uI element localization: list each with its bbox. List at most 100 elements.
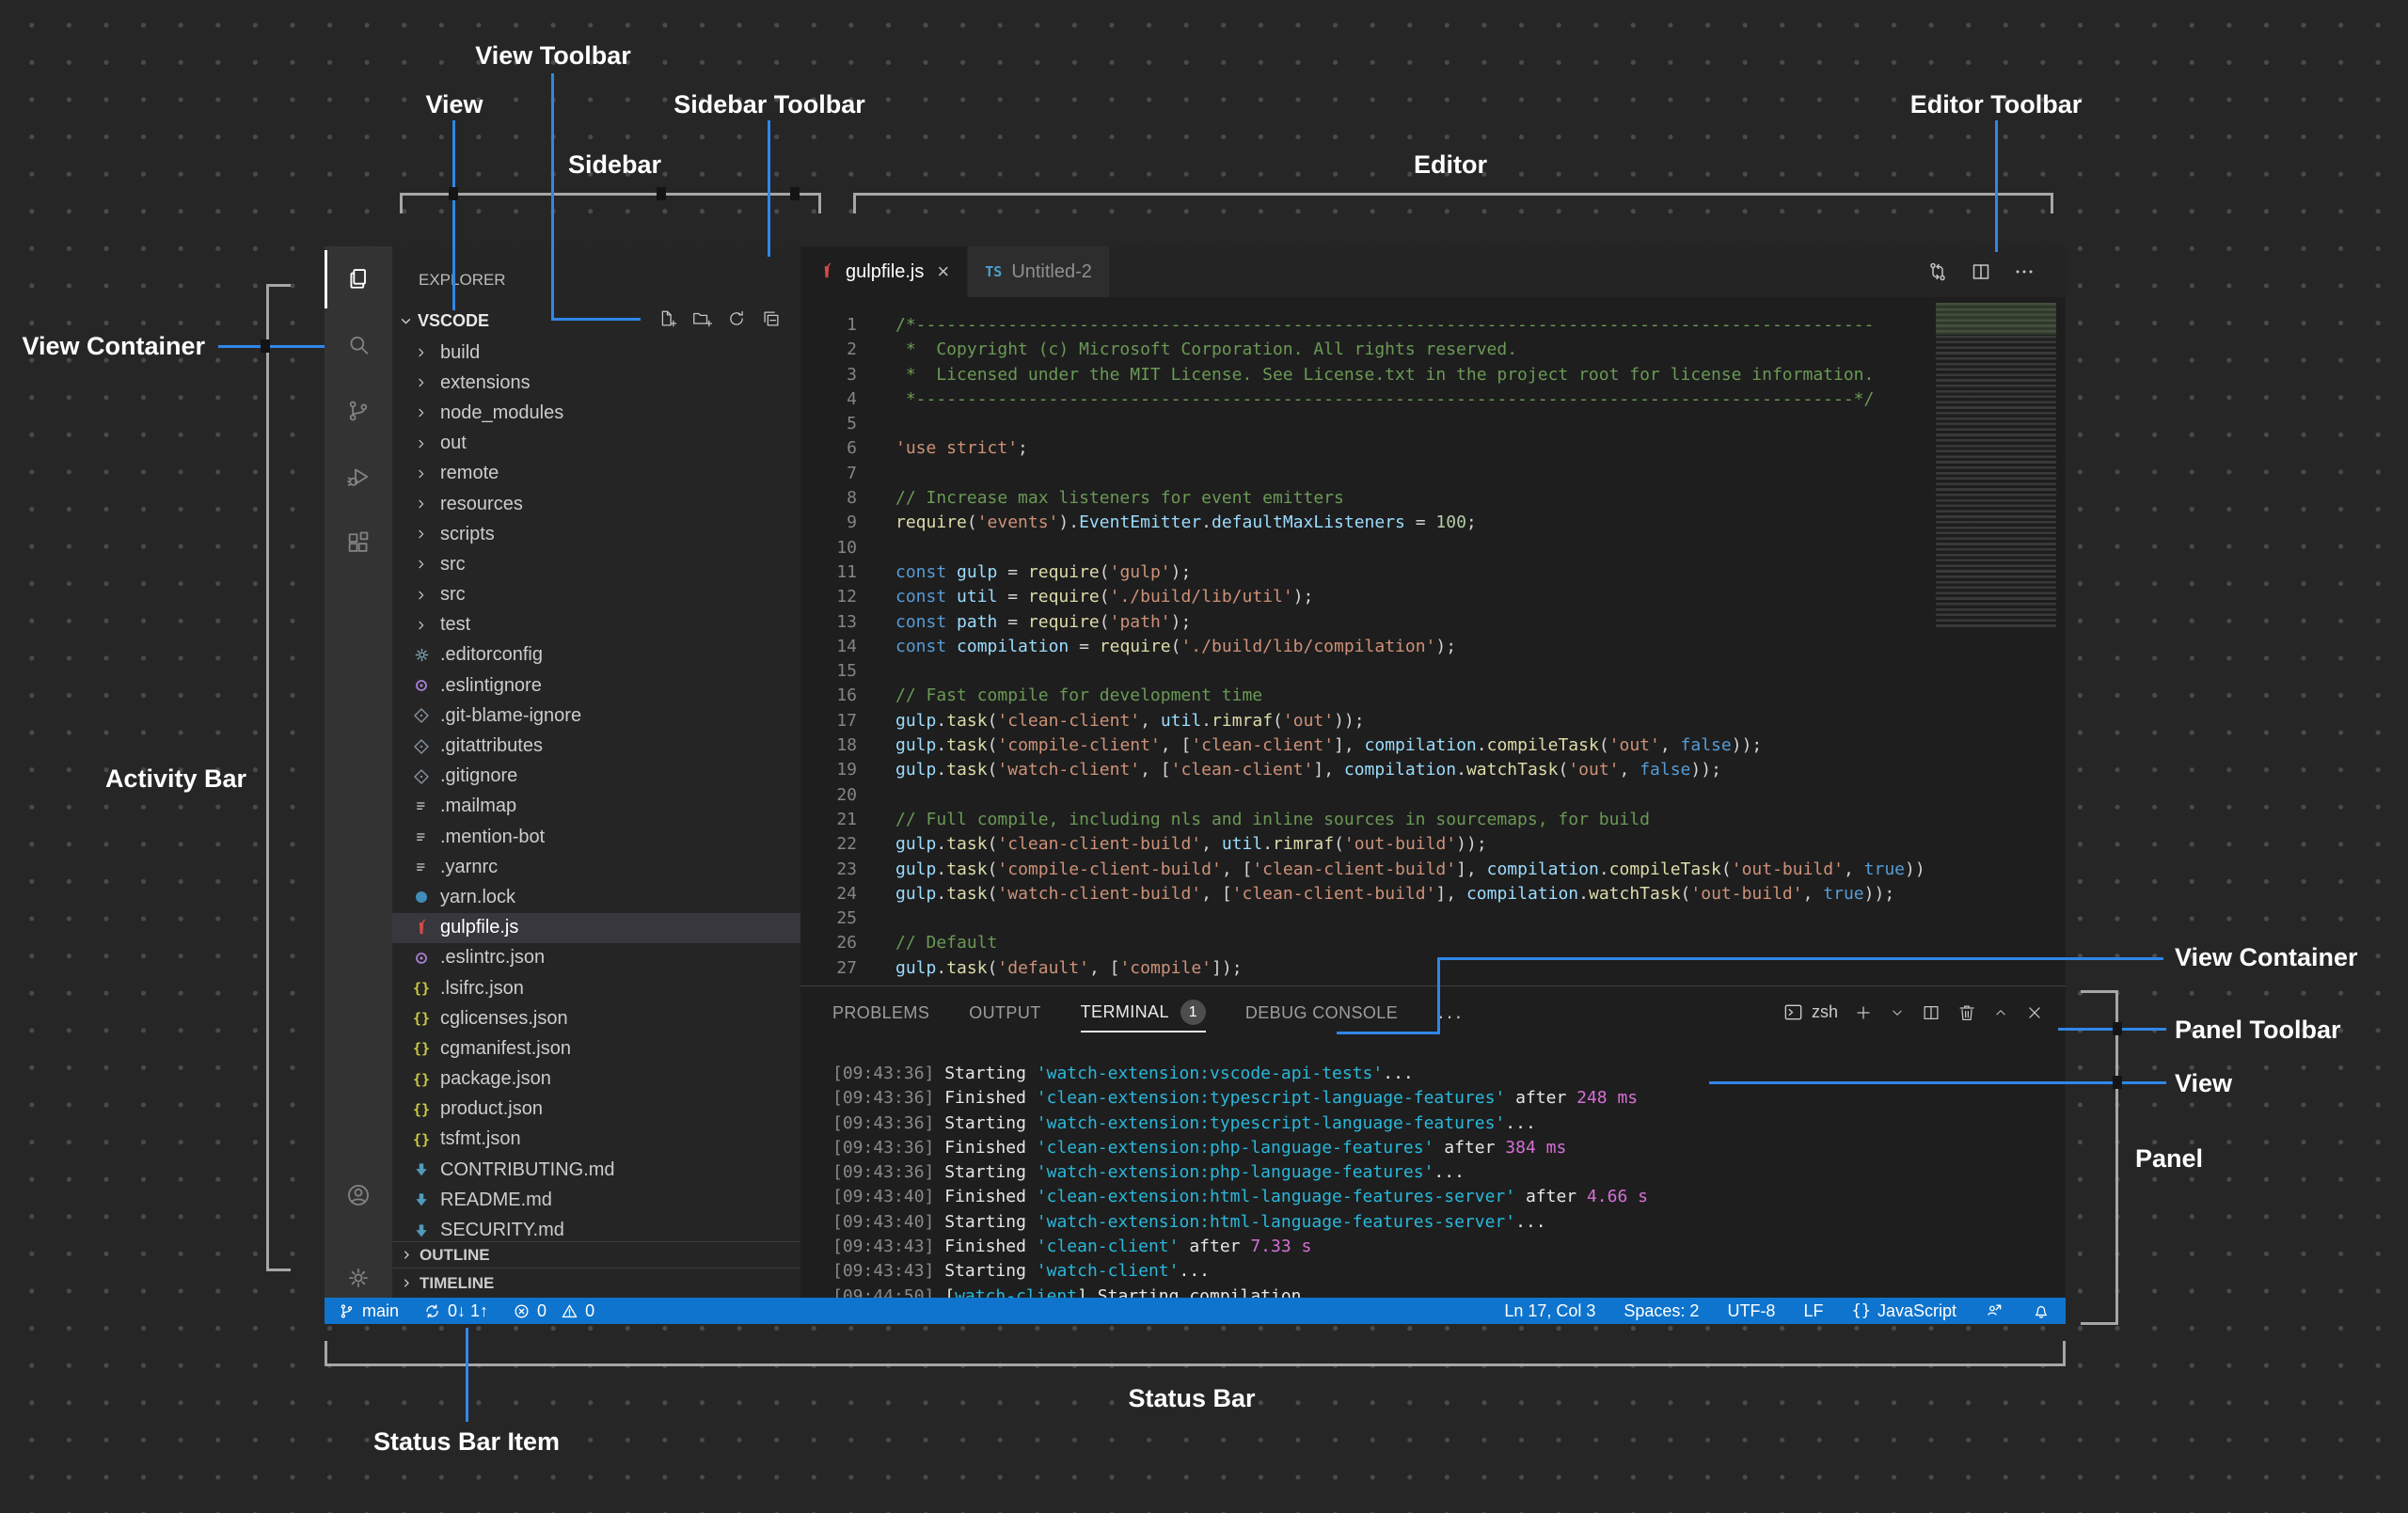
tree-item-node_modules[interactable]: node_modules	[392, 398, 800, 428]
line-number: 5	[847, 414, 857, 434]
close-panel-button[interactable]	[2024, 1002, 2045, 1023]
panel-tab-terminal[interactable]: TERMINAL 1	[1080, 1000, 1206, 1032]
code-line: 26 // Default	[800, 931, 2066, 955]
tree-item-.gitattributes[interactable]: .gitattributes	[392, 731, 800, 761]
chevron-right-icon	[409, 466, 434, 481]
line-number: 7	[847, 463, 857, 483]
collapse-all-button[interactable]	[761, 308, 782, 329]
status-bar-item-problems-status[interactable]: 00	[513, 1301, 594, 1321]
tree-item-tsfmt.json[interactable]: {} tsfmt.json	[392, 1125, 800, 1155]
terminal-line: [09:43:36] Finished 'clean-extension:typ…	[832, 1088, 1639, 1109]
tree-item-cglicenses.json[interactable]: {} cglicenses.json	[392, 1003, 800, 1033]
code-text: require('events').EventEmitter.defaultMa…	[895, 512, 1477, 533]
code-line: 13 const path = require('path');	[800, 610, 2066, 635]
tree-item-.mention-bot[interactable]: .mention-bot	[392, 822, 800, 852]
activity-bar-item-run-and-debug[interactable]	[325, 444, 392, 510]
split-editor-button[interactable]	[1970, 260, 1992, 283]
status-bar-item-language-mode[interactable]: {} JavaScript	[1851, 1301, 1956, 1321]
status-bar-item-sync-status[interactable]: 0↓ 1↑	[423, 1301, 488, 1321]
tree-item-.eslintignore[interactable]: .eslintignore	[392, 670, 800, 701]
tree-item-remote[interactable]: remote	[392, 459, 800, 489]
tree-item-resources[interactable]: resources	[392, 489, 800, 519]
tree-item-.mailmap[interactable]: .mailmap	[392, 792, 800, 822]
status-bar-item-encoding[interactable]: UTF-8	[1727, 1301, 1775, 1321]
tree-item-label: gulpfile.js	[440, 917, 519, 938]
bracket-handle	[2113, 1076, 2122, 1089]
vscode-workbench: EXPLORER ··· VSCODE build extensions node_…	[325, 246, 2066, 1324]
status-bar-item-indentation[interactable]: Spaces: 2	[1624, 1301, 1699, 1321]
new-terminal-button[interactable]	[1853, 1002, 1874, 1023]
line-number: 17	[836, 710, 857, 731]
timeline-section-header[interactable]: TIMELINE	[392, 1268, 800, 1298]
terminal-line: [09:43:36] Finished 'clean-extension:php…	[832, 1137, 1567, 1158]
tree-item-README.md[interactable]: README.md	[392, 1185, 800, 1215]
kill-terminal-button[interactable]	[1956, 1002, 1977, 1023]
activity-bar-item-extensions[interactable]	[325, 510, 392, 575]
tree-item-test[interactable]: test	[392, 610, 800, 640]
editor-tab-gulpfile.js[interactable]: gulpfile.js ×	[800, 246, 967, 297]
panel-tab-output[interactable]: OUTPUT	[969, 1003, 1040, 1029]
activity-bar-item-accounts[interactable]	[325, 1162, 392, 1228]
tree-item-out[interactable]: out	[392, 429, 800, 459]
status-bar-item-cursor-position[interactable]: Ln 17, Col 3	[1504, 1301, 1595, 1321]
tree-item-CONTRIBUTING.md[interactable]: CONTRIBUTING.md	[392, 1155, 800, 1185]
editor-tab-Untitled-2[interactable]: TS Untitled-2	[968, 246, 1109, 297]
code-text: const compilation = require('./build/lib…	[895, 636, 1457, 656]
tree-item-build[interactable]: build	[392, 338, 800, 368]
new-folder-button[interactable]	[691, 308, 712, 329]
tree-item-.editorconfig[interactable]: .editorconfig	[392, 640, 800, 670]
tree-item-src[interactable]: src	[392, 549, 800, 579]
bracket-handle	[2113, 1022, 2122, 1035]
status-bar-item-branch-status[interactable]: main	[338, 1301, 399, 1321]
tree-item-.git-blame-ignore[interactable]: .git-blame-ignore	[392, 701, 800, 731]
tree-item-package.json[interactable]: {} package.json	[392, 1064, 800, 1095]
code-text: // Increase max listeners for event emit…	[895, 488, 1344, 509]
tree-item-cgmanifest.json[interactable]: {} cgmanifest.json	[392, 1033, 800, 1064]
tree-item-scripts[interactable]: scripts	[392, 519, 800, 549]
tree-item-label: cgmanifest.json	[440, 1037, 571, 1059]
panel-tab-debug-console[interactable]: DEBUG CONSOLE	[1245, 1003, 1398, 1029]
more-actions-button[interactable]	[2013, 260, 2036, 283]
refresh-button[interactable]	[726, 308, 747, 329]
panel-tab-problems[interactable]: PROBLEMS	[832, 1003, 929, 1029]
open-changes-button[interactable]	[1926, 260, 1949, 283]
split-terminal-button[interactable]	[1921, 1002, 1941, 1023]
minimap[interactable]	[1936, 303, 2056, 627]
code-editor[interactable]: 1 /*-------------------------------------…	[800, 297, 2066, 985]
tree-item-src[interactable]: src	[392, 580, 800, 610]
ts-file-icon: TS	[985, 263, 1003, 280]
tree-item-SECURITY.md[interactable]: SECURITY.md	[392, 1215, 800, 1241]
tree-item-.lsifrc.json[interactable]: {} .lsifrc.json	[392, 973, 800, 1003]
tree-item-label: .eslintrc.json	[440, 947, 546, 969]
status-label: Ln 17, Col 3	[1504, 1300, 1596, 1320]
activity-bar-item-source-control[interactable]	[325, 378, 392, 444]
tree-item-.eslintrc.json[interactable]: .eslintrc.json	[392, 943, 800, 973]
tree-item-extensions[interactable]: extensions	[392, 368, 800, 398]
terminal-picker[interactable]: zsh	[1782, 1001, 1838, 1023]
tree-item-.gitignore[interactable]: .gitignore	[392, 762, 800, 792]
terminal-view[interactable]: [09:43:36] Starting 'watch-extension:vsc…	[800, 1054, 2066, 1299]
status-bar-item-notifications[interactable]	[2032, 1301, 2051, 1320]
panel-more-tabs-button[interactable]: ···	[1437, 1004, 1464, 1029]
tree-item-product.json[interactable]: {} product.json	[392, 1095, 800, 1125]
tree-item-label: remote	[440, 463, 499, 484]
close-icon[interactable]: ×	[937, 260, 949, 284]
editor-tab-bar: gulpfile.js × TS Untitled-2	[800, 246, 2066, 297]
maximize-panel-button[interactable]	[1992, 1004, 2009, 1021]
status-bar-bracket	[325, 1341, 2066, 1366]
activity-bar-item-explorer[interactable]	[325, 246, 392, 312]
tree-item-yarn.lock[interactable]: yarn.lock	[392, 882, 800, 912]
markdown-file-icon	[409, 1160, 434, 1179]
terminal-icon	[1782, 1001, 1804, 1023]
tree-item-gulpfile.js[interactable]: gulpfile.js	[392, 912, 800, 943]
activity-bar-item-search[interactable]	[325, 312, 392, 378]
code-line: 23 gulp.task('compile-client-build', ['cl…	[800, 858, 2066, 882]
launch-profile-button[interactable]	[1889, 1004, 1906, 1021]
gulp-file-icon	[409, 919, 434, 938]
status-bar-item-feedback[interactable]	[1985, 1301, 2004, 1320]
tree-item-.yarnrc[interactable]: .yarnrc	[392, 852, 800, 882]
status-bar-item-eol[interactable]: LF	[1803, 1301, 1823, 1321]
outline-section-header[interactable]: OUTLINE	[392, 1241, 800, 1268]
new-file-button[interactable]	[657, 308, 677, 329]
